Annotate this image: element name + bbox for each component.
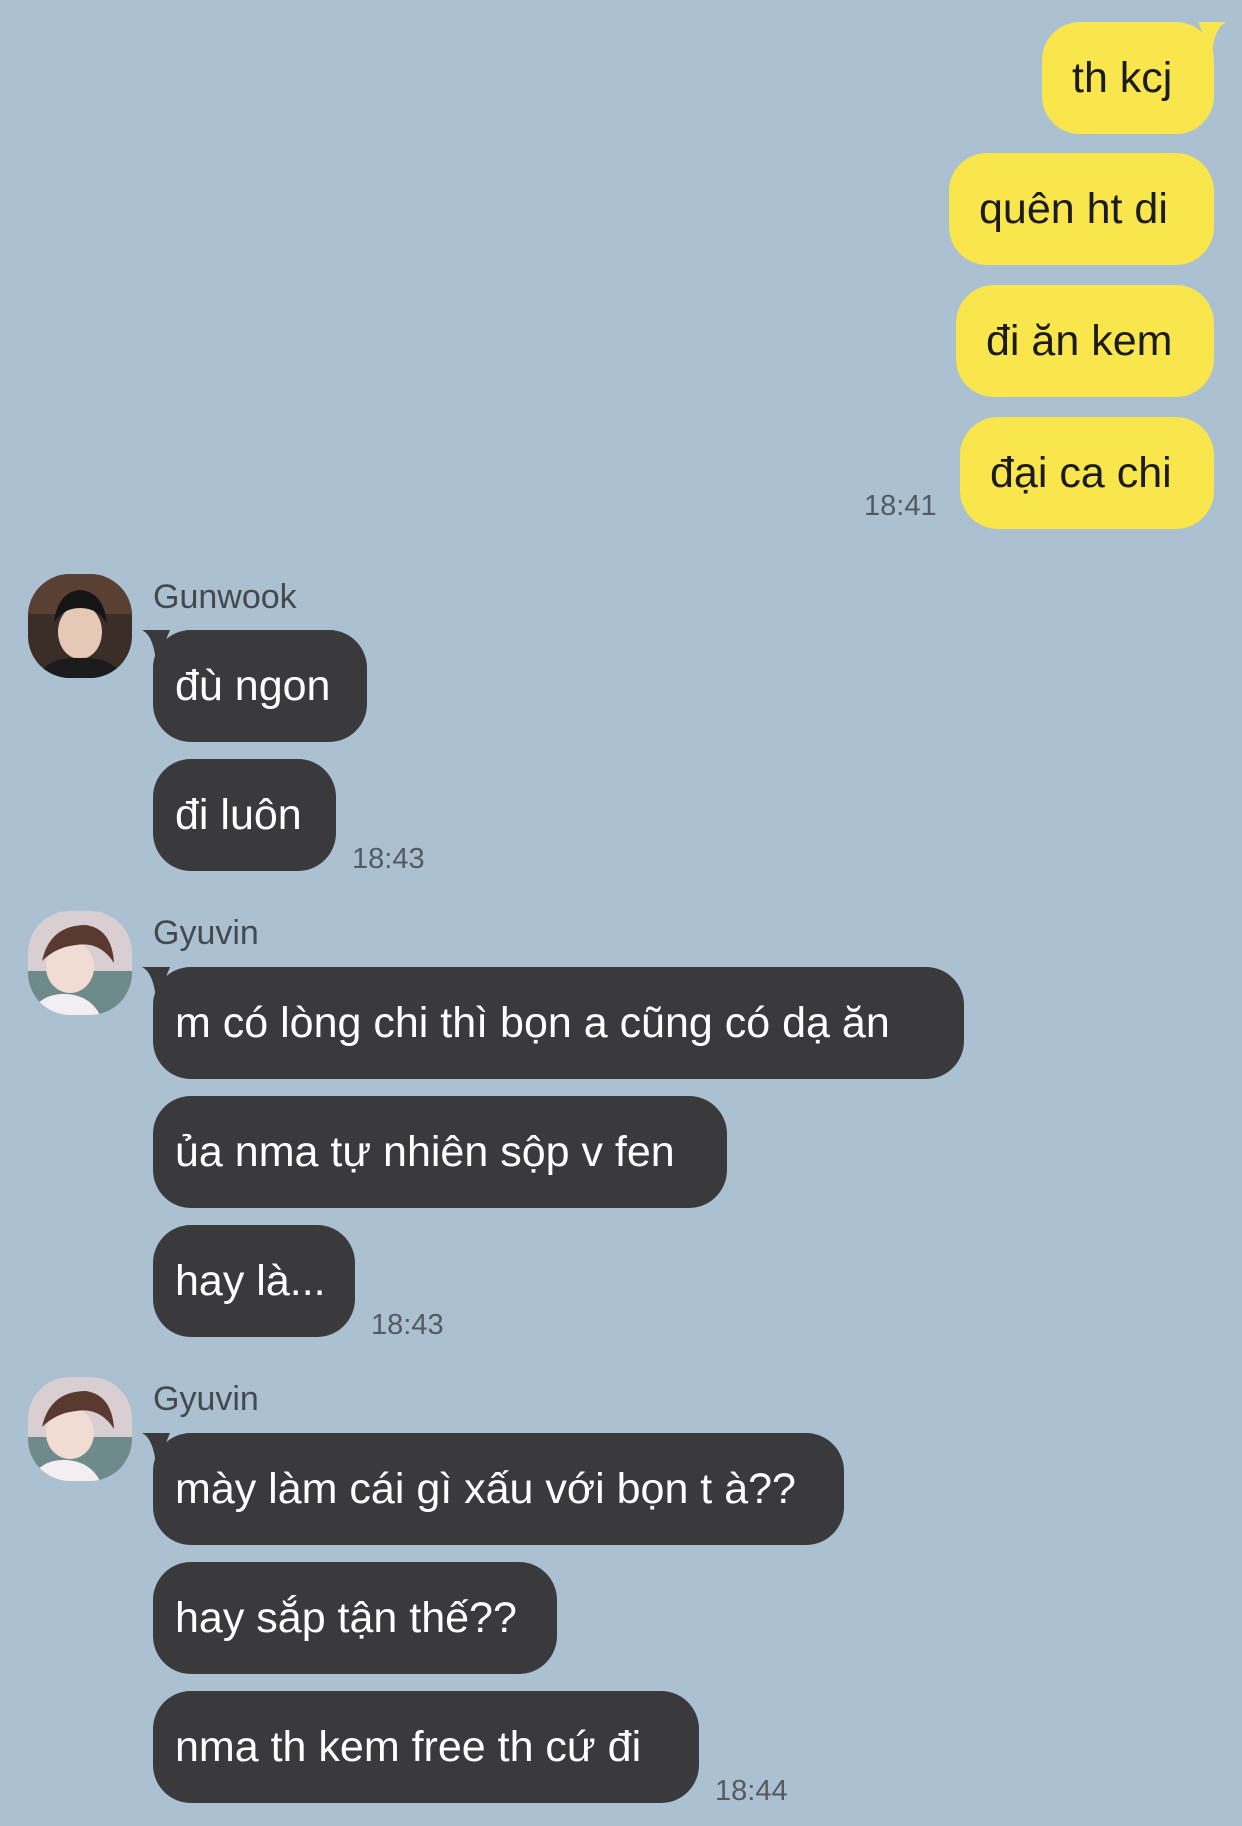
outgoing-message[interactable]: đại ca chi [960,417,1214,529]
incoming-message[interactable]: hay là... [153,1225,355,1337]
avatar-photo-gunwook [28,574,132,678]
outgoing-message[interactable]: quên ht di [949,153,1214,265]
avatar[interactable] [28,911,132,1015]
message-timestamp: 18:44 [715,1775,788,1807]
avatar[interactable] [28,1377,132,1481]
message-timestamp: 18:41 [864,490,937,522]
incoming-message[interactable]: đù ngon [153,630,367,742]
sender-name: Gyuvin [153,914,259,952]
message-timestamp: 18:43 [371,1309,444,1341]
avatar-photo-gyuvin [28,1377,132,1481]
chat-area[interactable]: th kcj quên ht di đi ăn kem đại ca chi 1… [0,0,1242,1826]
incoming-message[interactable]: mày làm cái gì xấu với bọn t à?? [153,1433,844,1545]
incoming-message[interactable]: ủa nma tự nhiên sộp v fen [153,1096,727,1208]
incoming-message[interactable]: nma th kem free th cứ đi [153,1691,699,1803]
outgoing-message[interactable]: th kcj [1042,22,1214,134]
outgoing-message[interactable]: đi ăn kem [956,285,1214,397]
sender-name: Gyuvin [153,1380,259,1418]
incoming-message[interactable]: đi luôn [153,759,336,871]
sender-name: Gunwook [153,578,297,616]
incoming-message[interactable]: hay sắp tận thế?? [153,1562,557,1674]
message-timestamp: 18:43 [352,843,425,875]
avatar[interactable] [28,574,132,678]
avatar-photo-gyuvin [28,911,132,1015]
incoming-message[interactable]: m có lòng chi thì bọn a cũng có dạ ăn [153,967,964,1079]
